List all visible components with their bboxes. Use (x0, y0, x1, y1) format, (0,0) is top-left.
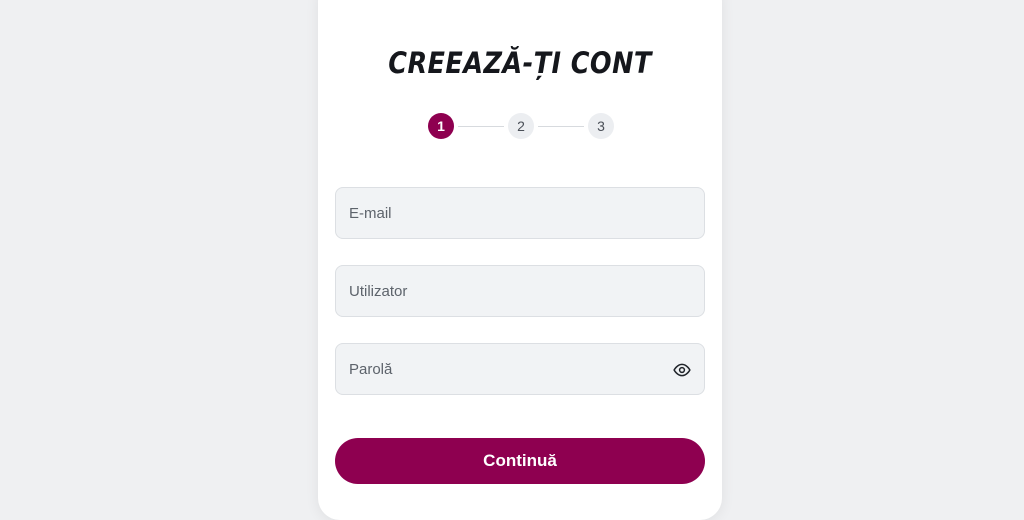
step-1: 1 (428, 113, 454, 139)
email-field-container (335, 187, 705, 239)
password-field-container (335, 343, 705, 395)
step-connector (458, 125, 504, 127)
step-indicator: 1 2 3 (428, 113, 614, 141)
signup-card: CREEAZĂ-ȚI CONT 1 2 3 Continuă (318, 0, 722, 520)
eye-icon[interactable] (673, 361, 691, 379)
continue-button[interactable]: Continuă (335, 438, 705, 484)
email-field[interactable] (336, 188, 704, 238)
page-title: CREEAZĂ-ȚI CONT (388, 46, 652, 80)
username-field[interactable] (336, 266, 704, 316)
step-2: 2 (508, 113, 534, 139)
username-field-container (335, 265, 705, 317)
step-connector (538, 125, 584, 127)
step-3: 3 (588, 113, 614, 139)
password-field[interactable] (336, 344, 704, 394)
